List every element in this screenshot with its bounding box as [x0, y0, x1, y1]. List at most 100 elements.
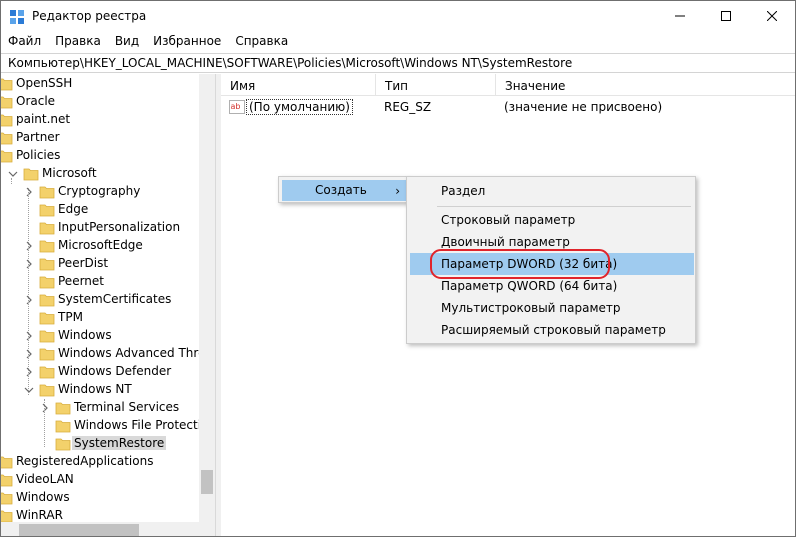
chevron-right-icon[interactable]: [23, 365, 35, 379]
tree-item[interactable]: Windows Defender: [1, 363, 199, 381]
submenu-item-expandable-string-value[interactable]: Расширяемый строковый параметр: [410, 319, 694, 341]
chevron-right-icon[interactable]: [23, 239, 35, 253]
chevron-right-icon[interactable]: [39, 401, 51, 415]
folder-icon: [55, 420, 71, 433]
folder-icon: [1, 492, 13, 505]
tree-item-label: Windows File Protection: [74, 418, 215, 432]
tree-item[interactable]: SystemCertificates: [1, 291, 199, 309]
value-type: REG_SZ: [384, 100, 432, 114]
submenu-item-label: Расширяемый строковый параметр: [441, 323, 666, 337]
tree-item[interactable]: Terminal Services: [1, 399, 199, 417]
menu-help[interactable]: Справка: [228, 32, 295, 52]
chevron-down-icon[interactable]: [7, 167, 19, 181]
folder-icon: [55, 402, 71, 415]
tree-item[interactable]: Oracle: [1, 93, 199, 111]
tree-item-label: Windows Advanced Threat: [58, 346, 215, 360]
folder-icon: [1, 150, 13, 163]
folder-icon: [39, 294, 55, 307]
tree-item-label: Partner: [16, 130, 60, 144]
tree-item-label: WinRAR: [16, 508, 63, 522]
tree-item-label: Edge: [58, 202, 89, 216]
tree-item[interactable]: MicrosoftEdge: [1, 237, 199, 255]
tree-item[interactable]: VideoLAN: [1, 471, 199, 489]
tree-item-label: TPM: [58, 310, 83, 324]
tree-item-label: Oracle: [16, 94, 56, 108]
chevron-right-icon[interactable]: [23, 293, 35, 307]
tree-hscroll-thumb[interactable]: [19, 524, 139, 536]
folder-icon: [1, 114, 13, 127]
tree-item[interactable]: paint.net: [1, 111, 199, 129]
submenu-item-multi-string-value[interactable]: Мультистроковый параметр: [410, 297, 694, 319]
menu-favorites[interactable]: Избранное: [146, 32, 228, 52]
annotation-highlight-circle: [430, 249, 610, 279]
submenu-item-string-value[interactable]: Строковый параметр: [410, 209, 694, 231]
folder-icon: [1, 78, 13, 91]
tree-scroll-thumb[interactable]: [201, 470, 213, 494]
maximize-button[interactable]: [703, 1, 749, 31]
folder-icon: [39, 186, 55, 199]
folder-icon: [39, 204, 55, 217]
tree-item[interactable]: OpenSSH: [1, 75, 199, 93]
chevron-down-icon[interactable]: [23, 383, 35, 397]
tree-item[interactable]: Edge: [1, 201, 199, 219]
tree-item-label: paint.net: [16, 112, 71, 126]
chevron-right-icon: ›: [395, 184, 400, 198]
tree-item[interactable]: Windows: [1, 489, 199, 507]
tree-item[interactable]: TPM: [1, 309, 199, 327]
tree-item-label: RegisteredApplications: [16, 454, 154, 468]
folder-icon: [1, 474, 13, 487]
submenu-item-label: Мультистроковый параметр: [441, 301, 621, 315]
folder-icon: [39, 276, 55, 289]
menu-item-create[interactable]: Создать ›: [282, 180, 406, 201]
tree-item[interactable]: Windows: [1, 327, 199, 345]
chevron-right-icon[interactable]: [23, 329, 35, 343]
submenu-item-key[interactable]: Раздел: [410, 180, 694, 202]
window-title: Редактор реестра: [32, 9, 147, 23]
value-name: (По умолчанию): [246, 99, 353, 115]
tree-item[interactable]: Peernet: [1, 273, 199, 291]
tree-item[interactable]: RegisteredApplications: [1, 453, 199, 471]
tree-item-label: Windows: [58, 328, 112, 342]
folder-icon: [39, 348, 55, 361]
menu-separator: [437, 206, 691, 207]
tree-item[interactable]: PeerDist: [1, 255, 199, 273]
chevron-right-icon[interactable]: [23, 185, 35, 199]
column-header-name[interactable]: Имя: [221, 74, 376, 96]
tree-item[interactable]: Windows Advanced Threat: [1, 345, 215, 363]
folder-icon: [1, 96, 13, 109]
folder-icon: [39, 312, 55, 325]
close-icon: [767, 11, 777, 21]
registry-editor-window: Редактор реестра Файл Правка Вид Избранн…: [0, 0, 796, 537]
close-button[interactable]: [749, 1, 795, 31]
minimize-button[interactable]: [657, 1, 703, 31]
menu-view[interactable]: Вид: [108, 32, 146, 52]
tree-item[interactable]: Partner: [1, 129, 199, 147]
folder-icon: [39, 258, 55, 271]
chevron-right-icon[interactable]: [23, 257, 35, 271]
tree-horizontal-scrollbar[interactable]: [1, 522, 199, 536]
tree-item[interactable]: SystemRestore: [1, 435, 199, 453]
list-row[interactable]: ab (По умолчанию) REG_SZ (значение не пр…: [221, 98, 795, 116]
address-bar[interactable]: Компьютер\HKEY_LOCAL_MACHINE\SOFTWARE\Po…: [1, 53, 795, 73]
column-header-value[interactable]: Значение: [496, 74, 795, 96]
chevron-right-icon[interactable]: [23, 347, 35, 361]
menu-edit[interactable]: Правка: [48, 32, 108, 52]
tree-item[interactable]: Microsoft: [1, 165, 199, 183]
tree-item[interactable]: Cryptography: [1, 183, 199, 201]
tree-item-label: Peernet: [58, 274, 104, 288]
tree-guide-line: [44, 399, 45, 447]
folder-icon: [39, 222, 55, 235]
context-menu: Создать ›: [278, 176, 408, 203]
tree-item-label: Policies: [16, 148, 61, 162]
tree-item[interactable]: Windows NT: [1, 381, 199, 399]
tree-item-label: SystemCertificates: [58, 292, 172, 306]
tree-item-label: Windows: [16, 490, 70, 504]
registry-editor-icon: [10, 10, 24, 24]
folder-icon: [1, 510, 13, 523]
tree-vertical-scrollbar[interactable]: [199, 74, 215, 536]
menu-file[interactable]: Файл: [1, 32, 48, 52]
tree-item[interactable]: InputPersonalization: [1, 219, 199, 237]
tree-item[interactable]: Windows File Protection: [1, 417, 215, 435]
column-header-type[interactable]: Тип: [376, 74, 496, 96]
tree-item[interactable]: Policies: [1, 147, 199, 165]
